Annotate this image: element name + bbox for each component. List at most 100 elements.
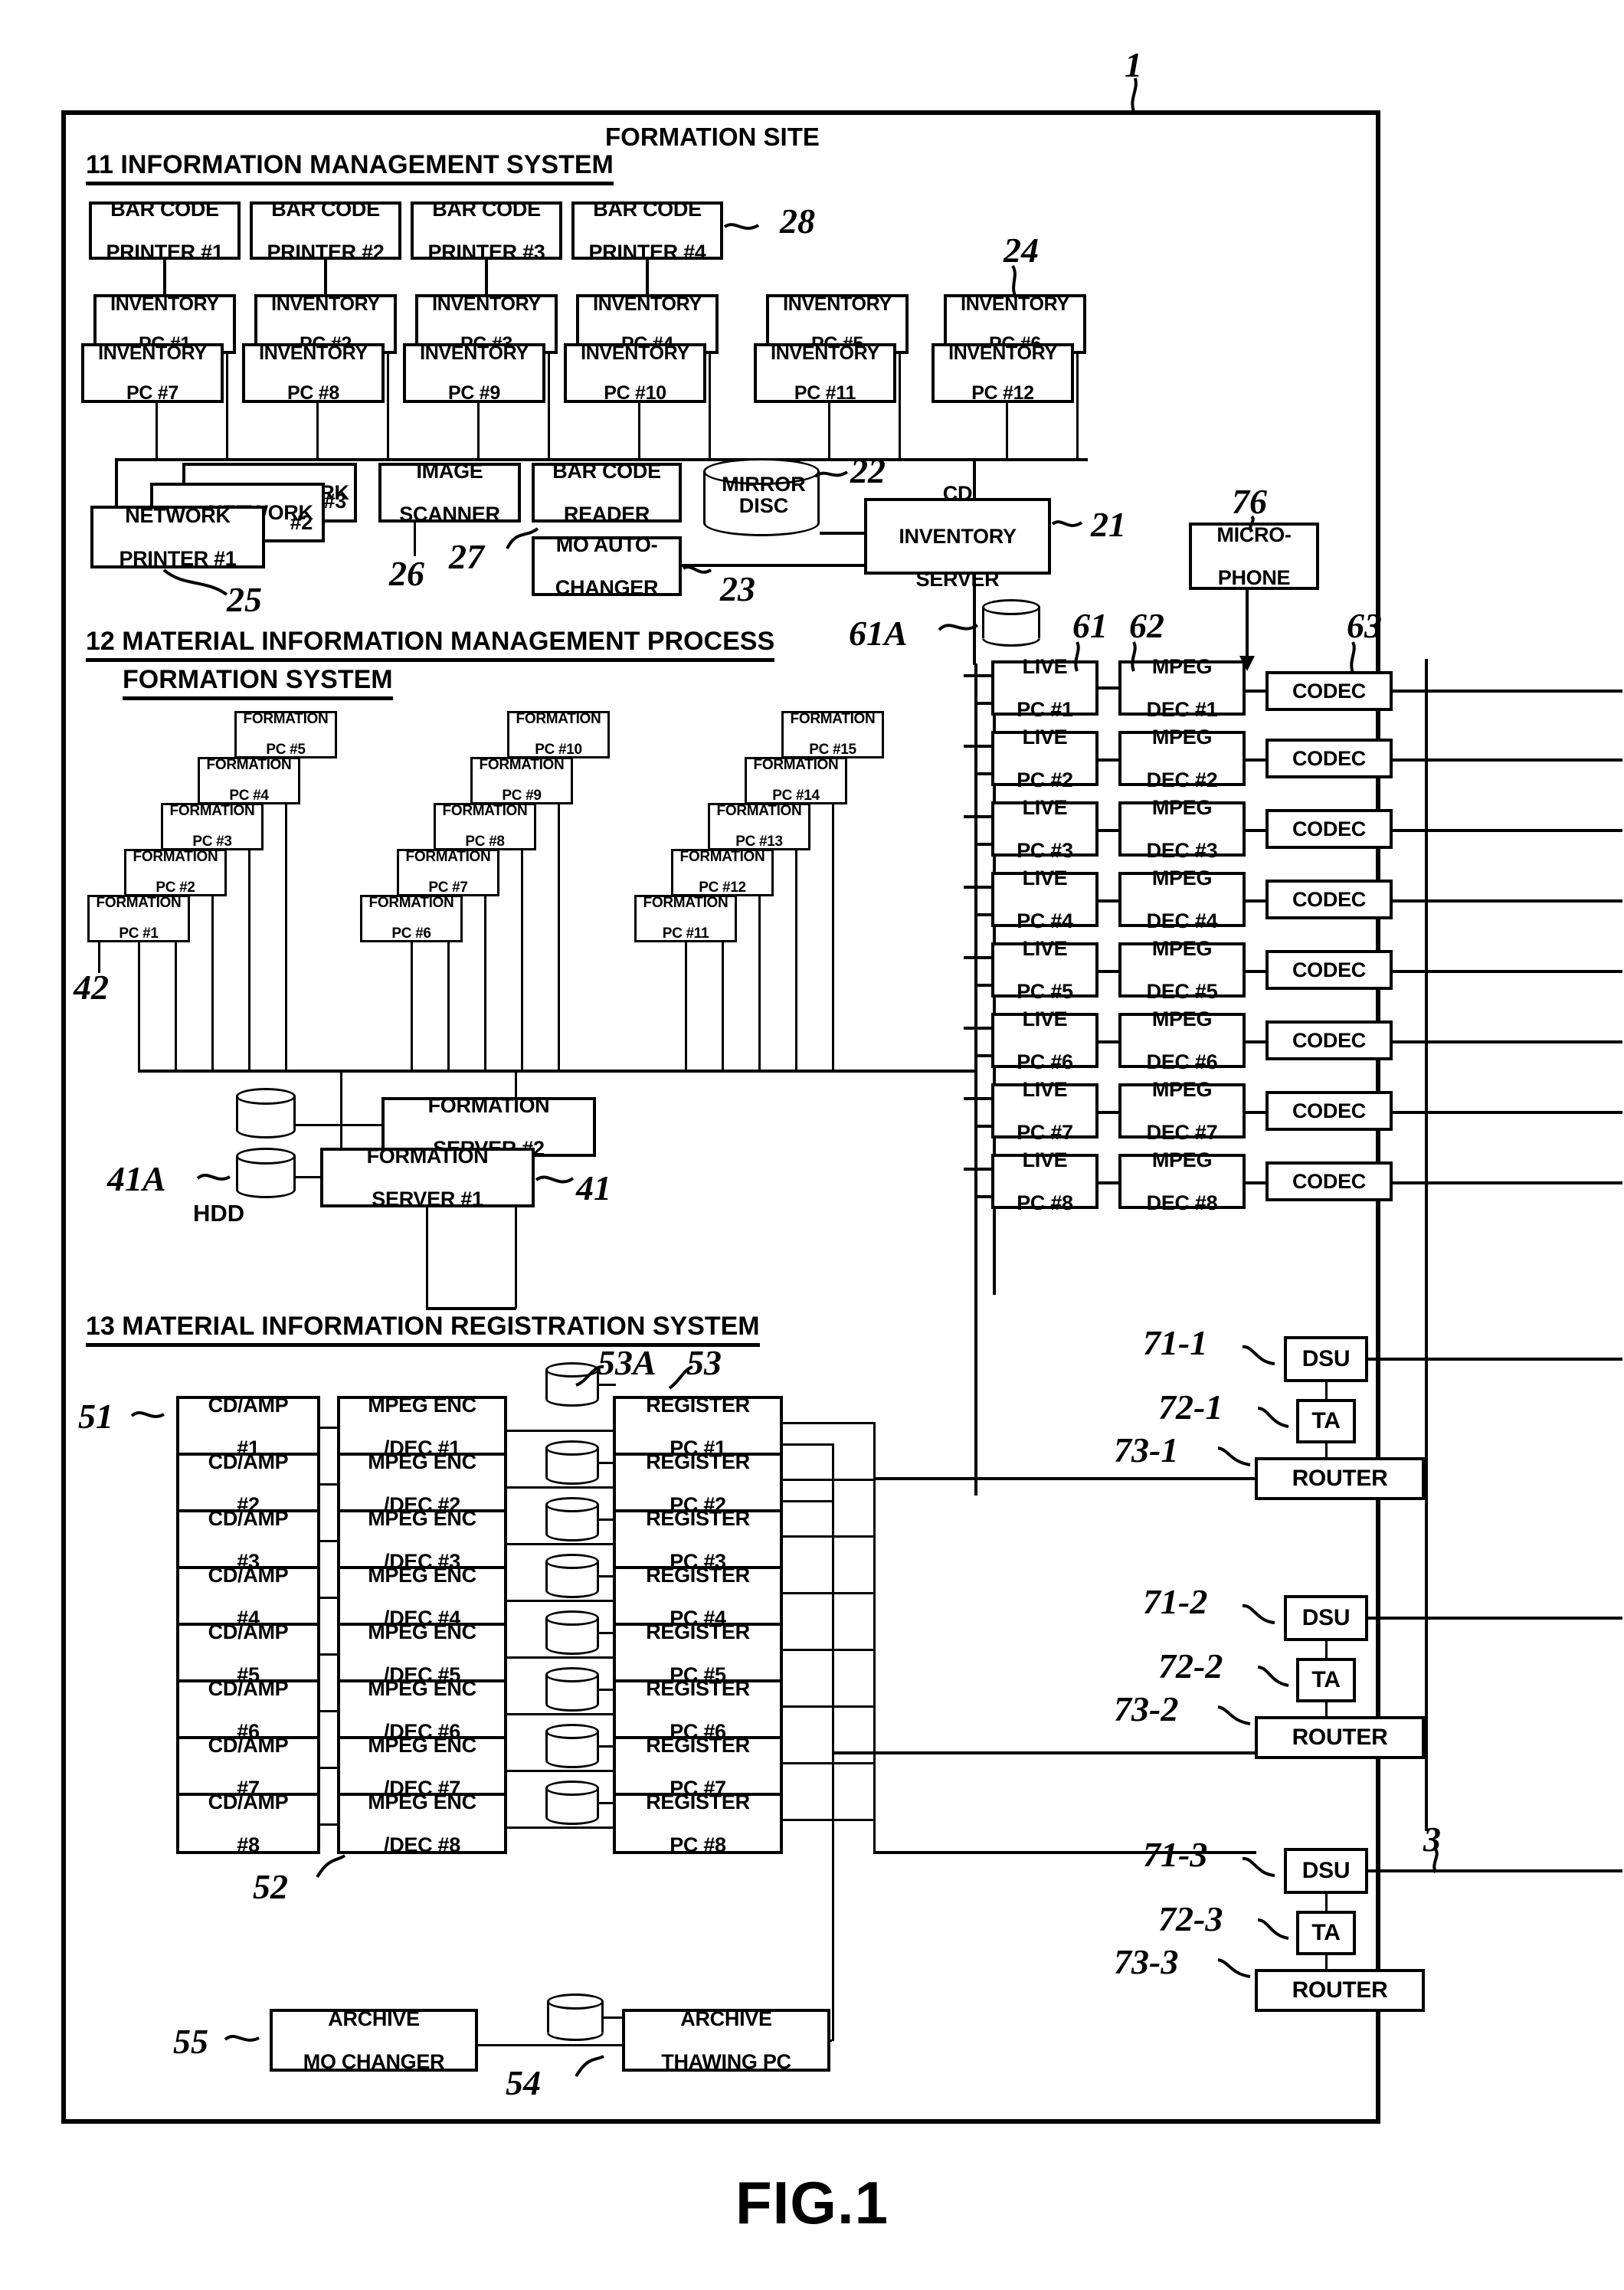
ds-unit-1[interactable]: DSU	[1284, 1336, 1368, 1382]
codec-5[interactable]: CODEC	[1265, 950, 1393, 990]
mpeg-dec-5[interactable]: MPEG DEC #5	[1118, 938, 1246, 1002]
bar-code-printer-1[interactable]: BAR CODE PRINTER #1	[89, 198, 241, 263]
mpeg-enc-dec-2[interactable]: MPEG ENC/DEC #2	[337, 1451, 507, 1515]
archive-mo-changer[interactable]: ARCHIVE MO CHANGER	[270, 2008, 478, 2072]
inventory-pc-12[interactable]: INVENTORY PC #12	[932, 343, 1074, 403]
cd-amp-8[interactable]: CD/AMP #8	[176, 1791, 320, 1856]
register-pc-1[interactable]: REGISTER PC #1	[613, 1394, 783, 1459]
cd-amp-3[interactable]: CD/AMP #3	[176, 1508, 320, 1572]
inventory-pc-7[interactable]: INVENTORY PC #7	[81, 343, 224, 403]
cd-amp-2[interactable]: CD/AMP #2	[176, 1451, 320, 1515]
mpeg-dec-4[interactable]: MPEG DEC #4	[1118, 867, 1246, 932]
archive-thawing-pc[interactable]: ARCHIVE THAWING PC	[622, 2008, 830, 2072]
register-pc-6[interactable]: REGISTER PC #6	[613, 1678, 783, 1742]
ta-unit-3[interactable]: TA	[1296, 1911, 1356, 1955]
formation-pc-9[interactable]: FORMATION PC #9	[470, 757, 573, 804]
cd-inventory-server[interactable]: CD INVENTORY SERVER	[864, 483, 1051, 590]
mpeg-enc-dec-4[interactable]: MPEG ENC/DEC #4	[337, 1564, 507, 1629]
mpeg-dec-8[interactable]: MPEG DEC #8	[1118, 1149, 1246, 1214]
bar-code-printer-3[interactable]: BAR CODE PRINTER #3	[411, 198, 562, 263]
formation-server-1[interactable]: FORMATION SERVER #1	[320, 1145, 535, 1210]
bar-code-printer-4[interactable]: BAR CODE PRINTER #4	[571, 197, 723, 263]
ds-unit-3[interactable]: DSU	[1284, 1848, 1368, 1894]
ta-unit-1[interactable]: TA	[1296, 1399, 1356, 1443]
inventory-pc-9[interactable]: INVENTORY PC #9	[403, 343, 545, 403]
router-3[interactable]: ROUTER	[1255, 1969, 1425, 2012]
formation-pc-8[interactable]: FORMATION PC #8	[434, 803, 536, 850]
image-scanner[interactable]: IMAGE SCANNER	[378, 460, 521, 525]
router-2[interactable]: ROUTER	[1255, 1716, 1425, 1759]
formation-pc-2[interactable]: FORMATION PC #2	[124, 849, 227, 896]
codec-2[interactable]: CODEC	[1265, 739, 1393, 778]
network-printer-1[interactable]: NETWORK PRINTER #1	[90, 505, 265, 569]
live-pc-4[interactable]: LIVE PC #4	[991, 867, 1098, 932]
router1-label: ROUTER	[1292, 1466, 1388, 1492]
mo-auto-changer[interactable]: MO AUTO- CHANGER	[532, 534, 682, 598]
bar-code-printer-2[interactable]: BAR CODE PRINTER #2	[250, 198, 401, 263]
cd-amp-6[interactable]: CD/AMP #6	[176, 1678, 320, 1742]
livepc3-line2: PC #3	[1017, 839, 1073, 863]
bcp4-line1: BAR CODE	[593, 197, 702, 221]
formation-pc-15[interactable]: FORMATION PC #15	[781, 711, 884, 758]
router-1[interactable]: ROUTER	[1255, 1457, 1425, 1500]
mpeg-enc-dec-6[interactable]: MPEG ENC/DEC #6	[337, 1678, 507, 1742]
ref-51: 51	[78, 1397, 113, 1436]
live-pc-6[interactable]: LIVE PC #6	[991, 1008, 1098, 1073]
live-pc-7[interactable]: LIVE PC #7	[991, 1079, 1098, 1143]
mirror-disc-label: MIRROR DISC	[719, 473, 809, 516]
formation-pc-6[interactable]: FORMATION PC #6	[360, 895, 463, 942]
bar-code-reader[interactable]: BAR CODE READER	[532, 460, 682, 525]
register-pc-4[interactable]: REGISTER PC #4	[613, 1564, 783, 1629]
ref-26: 26	[389, 554, 424, 593]
mpeg-enc-dec-3[interactable]: MPEG ENC/DEC #3	[337, 1508, 507, 1572]
live-pc-5[interactable]: LIVE PC #5	[991, 938, 1098, 1002]
codec-4[interactable]: CODEC	[1265, 880, 1393, 919]
codec-3[interactable]: CODEC	[1265, 809, 1393, 849]
register-pc-3[interactable]: REGISTER PC #3	[613, 1508, 783, 1572]
register-pc-8[interactable]: REGISTER PC #8	[613, 1791, 783, 1856]
ta-unit-2[interactable]: TA	[1296, 1658, 1356, 1702]
register-pc-7[interactable]: REGISTER PC #7	[613, 1735, 783, 1799]
formation-pc-11[interactable]: FORMATION PC #11	[634, 895, 737, 942]
ds-unit-2[interactable]: DSU	[1284, 1595, 1368, 1641]
live-pc-8[interactable]: LIVE PC #8	[991, 1149, 1098, 1214]
codec-7[interactable]: CODEC	[1265, 1091, 1393, 1131]
dsu1-label: DSU	[1301, 1346, 1351, 1372]
formation-pc-5[interactable]: FORMATION PC #5	[234, 711, 337, 758]
live-pc-3[interactable]: LIVE PC #3	[991, 797, 1098, 861]
formation-pc-10[interactable]: FORMATION PC #10	[507, 711, 610, 758]
mpeg-dec-7[interactable]: MPEG DEC #7	[1118, 1079, 1246, 1143]
codec5-label: CODEC	[1292, 958, 1366, 981]
formation-pc-14[interactable]: FORMATION PC #14	[745, 757, 847, 804]
cd-amp-7[interactable]: CD/AMP #7	[176, 1735, 320, 1799]
formation-pc-3[interactable]: FORMATION PC #3	[161, 803, 264, 850]
ref-72-3: 72-3	[1158, 1899, 1223, 1938]
formation-pc-13[interactable]: FORMATION PC #13	[708, 803, 810, 850]
inventory-pc-11[interactable]: INVENTORY PC #11	[754, 343, 896, 403]
formation-pc-1[interactable]: FORMATION PC #1	[87, 895, 190, 942]
register-pc-2[interactable]: REGISTER PC #2	[613, 1451, 783, 1515]
inventory-pc-10[interactable]: INVENTORY PC #10	[564, 343, 706, 403]
mpeg-enc-dec-8[interactable]: MPEG ENC/DEC #8	[337, 1791, 507, 1856]
register-pc-5[interactable]: REGISTER PC #5	[613, 1621, 783, 1686]
live-pc-2[interactable]: LIVE PC #2	[991, 726, 1098, 791]
inventory-pc-8[interactable]: INVENTORY PC #8	[242, 343, 385, 403]
conn-live2-dec2	[1098, 758, 1120, 762]
mpeg-enc-dec-5[interactable]: MPEG ENC/DEC #5	[337, 1621, 507, 1686]
cd-amp-1[interactable]: CD/AMP #1	[176, 1394, 320, 1459]
formation-pc-4[interactable]: FORMATION PC #4	[198, 757, 300, 804]
codec-8[interactable]: CODEC	[1265, 1161, 1393, 1201]
mpeg-enc-dec-7[interactable]: MPEG ENC/DEC #7	[337, 1735, 507, 1799]
mpegdec2-line1: MPEG	[1151, 725, 1213, 749]
mpeg-enc-dec-1[interactable]: MPEG ENC/DEC #1	[337, 1394, 507, 1459]
mpeg-dec-2[interactable]: MPEG DEC #2	[1118, 726, 1246, 791]
livepc6-line2: PC #6	[1017, 1050, 1073, 1074]
cd-amp-4[interactable]: CD/AMP #4	[176, 1564, 320, 1629]
formation-pc-7[interactable]: FORMATION PC #7	[397, 849, 499, 896]
formation-pc-12[interactable]: FORMATION PC #12	[671, 849, 774, 896]
cd-amp-5[interactable]: CD/AMP #5	[176, 1621, 320, 1686]
codec-6[interactable]: CODEC	[1265, 1021, 1393, 1060]
codec-1[interactable]: CODEC	[1265, 671, 1393, 711]
mpeg-dec-3[interactable]: MPEG DEC #3	[1118, 797, 1246, 861]
mpeg-dec-6[interactable]: MPEG DEC #6	[1118, 1008, 1246, 1073]
